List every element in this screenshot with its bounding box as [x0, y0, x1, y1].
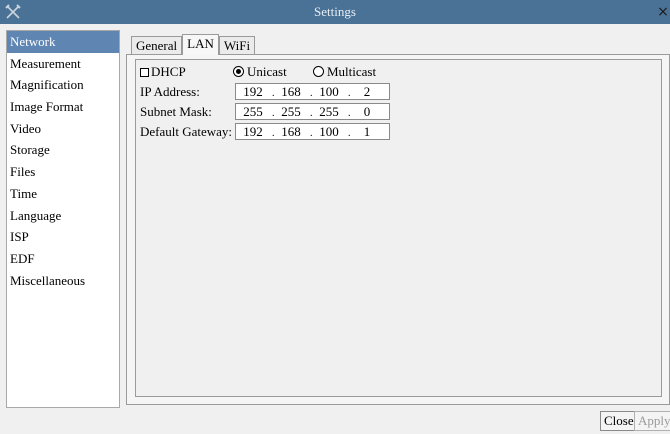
- dhcp-label: DHCP: [151, 64, 186, 79]
- default-gateway-field[interactable]: 192 . 168 . 100 . 1: [235, 123, 390, 140]
- subnet-octet-4[interactable]: 0: [352, 104, 382, 119]
- sidebar-item-storage[interactable]: Storage: [7, 139, 119, 161]
- tab-wifi[interactable]: WiFi: [218, 36, 256, 55]
- sidebar-item-files[interactable]: Files: [7, 161, 119, 183]
- lan-tab-pane: DHCP Unicast Multicast IP Address: 192 .…: [126, 54, 670, 405]
- octet-separator: .: [310, 108, 313, 119]
- tab-general[interactable]: General: [131, 36, 183, 55]
- unicast-label: Unicast: [247, 64, 287, 79]
- multicast-label: Multicast: [327, 64, 377, 79]
- window-title: Settings: [314, 4, 356, 19]
- octet-separator: .: [348, 128, 351, 139]
- apply-button[interactable]: Apply: [634, 411, 670, 431]
- subnet-octet-1[interactable]: 255: [238, 104, 268, 119]
- address-mode-row: DHCP Unicast Multicast: [140, 62, 660, 82]
- checkbox-box: [140, 68, 149, 77]
- octet-separator: .: [272, 88, 275, 99]
- subnet-mask-field[interactable]: 255 . 255 . 255 . 0: [235, 103, 390, 120]
- octet-separator: .: [272, 128, 275, 139]
- tab-lan[interactable]: LAN: [182, 34, 219, 55]
- subnet-mask-label: Subnet Mask:: [140, 104, 212, 119]
- subnet-octet-2[interactable]: 255: [276, 104, 306, 119]
- octet-separator: .: [310, 88, 313, 99]
- radio-selected-indicator: [233, 66, 244, 77]
- dhcp-checkbox[interactable]: DHCP: [140, 62, 186, 82]
- subnet-mask-row: Subnet Mask: 255 . 255 . 255 . 0: [140, 102, 400, 122]
- sidebar-item-time[interactable]: Time: [7, 183, 119, 205]
- gateway-octet-4[interactable]: 1: [352, 124, 382, 139]
- subnet-octet-3[interactable]: 255: [314, 104, 344, 119]
- sidebar-item-language[interactable]: Language: [7, 205, 119, 227]
- gateway-octet-2[interactable]: 168: [276, 124, 306, 139]
- octet-separator: .: [310, 128, 313, 139]
- gateway-octet-1[interactable]: 192: [238, 124, 268, 139]
- octet-separator: .: [348, 88, 351, 99]
- multicast-radio[interactable]: Multicast: [313, 62, 376, 82]
- octet-separator: .: [348, 108, 351, 119]
- sidebar-item-isp[interactable]: ISP: [7, 226, 119, 248]
- unicast-radio[interactable]: Unicast: [233, 62, 287, 82]
- lan-settings-group: DHCP Unicast Multicast IP Address: 192 .…: [135, 59, 662, 397]
- sidebar-item-edf[interactable]: EDF: [7, 248, 119, 270]
- title-bar: Settings ×: [0, 0, 670, 24]
- ip-octet-1[interactable]: 192: [238, 84, 268, 99]
- ip-octet-4[interactable]: 2: [352, 84, 382, 99]
- sidebar-item-miscellaneous[interactable]: Miscellaneous: [7, 270, 119, 292]
- sidebar-item-network[interactable]: Network: [7, 31, 119, 53]
- octet-separator: .: [272, 108, 275, 119]
- default-gateway-row: Default Gateway: 192 . 168 . 100 . 1: [140, 122, 400, 142]
- gateway-octet-3[interactable]: 100: [314, 124, 344, 139]
- ip-octet-3[interactable]: 100: [314, 84, 344, 99]
- radio-unselected-indicator: [313, 66, 324, 77]
- ip-address-field[interactable]: 192 . 168 . 100 . 2: [235, 83, 390, 100]
- settings-category-list: Network Measurement Magnification Image …: [6, 30, 120, 408]
- tab-bar: General LAN WiFi: [131, 34, 256, 55]
- sidebar-item-image-format[interactable]: Image Format: [7, 96, 119, 118]
- sidebar-item-magnification[interactable]: Magnification: [7, 74, 119, 96]
- ip-octet-2[interactable]: 168: [276, 84, 306, 99]
- ip-address-row: IP Address: 192 . 168 . 100 . 2: [140, 82, 400, 102]
- close-button[interactable]: Close: [600, 411, 638, 431]
- sidebar-item-video[interactable]: Video: [7, 118, 119, 140]
- close-icon[interactable]: ×: [656, 2, 670, 22]
- ip-address-label: IP Address:: [140, 84, 200, 99]
- sidebar-item-measurement[interactable]: Measurement: [7, 53, 119, 75]
- network-tab-widget: General LAN WiFi DHCP Unicast Multicast …: [126, 34, 670, 405]
- default-gateway-label: Default Gateway:: [140, 124, 233, 139]
